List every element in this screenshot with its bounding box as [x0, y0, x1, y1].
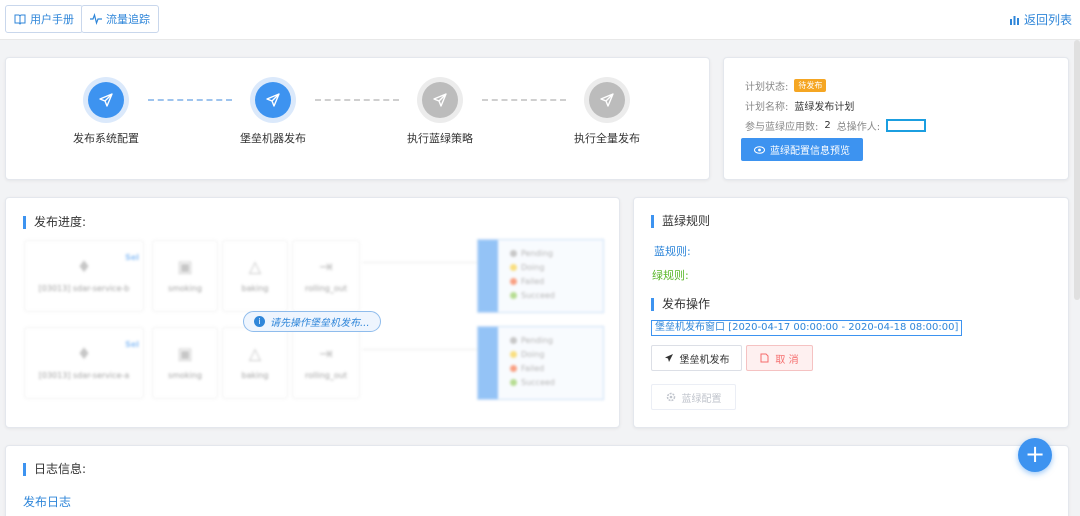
stage-name: baking	[241, 284, 269, 293]
cancel-label: 取 消	[775, 354, 799, 366]
export-icon: ⇥	[319, 257, 333, 276]
step-label: 发布系统配置	[73, 132, 139, 145]
warning-icon: △	[248, 344, 262, 363]
status-legend: Pending Doing Failed Succeed	[477, 326, 604, 400]
eye-icon	[754, 145, 765, 154]
operator-redacted-box	[886, 119, 927, 132]
legend-strip	[478, 327, 498, 399]
blue-rule-label: 蓝规则:	[654, 245, 691, 258]
send-icon	[664, 354, 673, 362]
log-title: 日志信息:	[23, 463, 86, 476]
green-rule-label: 绿规则:	[652, 269, 689, 282]
page-scrollbar[interactable]	[1074, 40, 1080, 300]
monitor-icon: ▣	[177, 344, 193, 363]
plan-operator-label: 总操作人:	[836, 122, 881, 133]
stage-name: rolling_out	[305, 371, 347, 380]
stage-name: rolling_out	[305, 284, 347, 293]
status-badge: 待发布	[794, 79, 827, 92]
fortress-publish-label: 堡垒机发布	[679, 354, 730, 366]
step-label: 执行蓝绿策略	[407, 132, 473, 145]
rules-card: 蓝绿规则 蓝规则: 绿规则: 发布操作 堡垒机发布窗口 [2020-04-17 …	[633, 197, 1069, 428]
plan-name-label: 计划名称:	[745, 102, 789, 113]
status-legend: Pending Doing Failed Succeed	[477, 239, 604, 313]
monitor-icon: ▣	[177, 257, 193, 276]
step-full-publish: 执行全量发布	[547, 82, 667, 146]
legend-pending: Pending	[510, 336, 553, 345]
connector-line	[362, 349, 478, 350]
service-card[interactable]: ♦ [03013] sdar-service-b Sel	[24, 240, 144, 312]
rules-title: 蓝绿规则	[651, 215, 710, 228]
connector-line	[362, 262, 478, 263]
add-button[interactable]: +	[1018, 438, 1052, 472]
legend-doing: Doing	[510, 350, 544, 359]
back-to-list-label: 返回列表	[1023, 13, 1072, 27]
publish-tip-text: 请先操作堡垒机发布...	[270, 318, 370, 329]
step-label: 堡垒机器发布	[240, 132, 306, 145]
traffic-trace-label: 流量追踪	[106, 13, 150, 26]
service-name: [03013] sdar-service-b	[38, 284, 130, 293]
bar-chart-icon	[1009, 16, 1019, 25]
stage-card-baking[interactable]: △ baking	[222, 327, 288, 399]
legend-pending: Pending	[510, 249, 553, 258]
plan-apps-row: 参与蓝绿应用数: 2 总操作人:	[745, 118, 927, 133]
top-bar: 用户手册 流量追踪 返回列表	[0, 0, 1080, 40]
service-tag: Sel	[125, 253, 139, 262]
step-bluegreen-strategy: 执行蓝绿策略	[380, 82, 500, 146]
service-name: [03013] sdar-service-a	[38, 371, 130, 380]
stage-name: baking	[241, 371, 269, 380]
plan-status-label: 计划状态:	[745, 82, 789, 93]
stage-card-smoking[interactable]: ▣ smoking	[152, 327, 218, 399]
paper-plane-icon	[589, 82, 625, 118]
pulse-icon	[90, 13, 102, 25]
warning-icon: △	[248, 257, 262, 276]
back-to-list-link[interactable]: 返回列表	[1009, 11, 1072, 28]
log-card: 日志信息: 发布日志	[5, 445, 1069, 516]
gear-icon	[666, 392, 675, 402]
step-label: 执行全量发布	[574, 132, 640, 145]
legend-failed: Failed	[510, 364, 544, 373]
plan-info-card: 计划状态: 待发布 计划名称: 蓝绿发布计划 参与蓝绿应用数: 2 总操作人: …	[723, 57, 1069, 180]
legend-succeed: Succeed	[510, 291, 555, 300]
paper-plane-icon	[255, 82, 291, 118]
user-manual-button[interactable]: 用户手册	[5, 5, 83, 33]
info-icon: i	[254, 316, 265, 327]
export-icon: ⇥	[319, 344, 333, 363]
publish-log-link[interactable]: 发布日志	[23, 493, 71, 510]
stage-card-rolling-out[interactable]: ⇥ rolling_out	[292, 240, 360, 312]
fortress-window: 堡垒机发布窗口 [2020-04-17 00:00:00 - 2020-04-1…	[651, 320, 963, 336]
cancel-button[interactable]: 取 消	[746, 345, 813, 371]
legend-failed: Failed	[510, 277, 544, 286]
paper-plane-icon	[88, 82, 124, 118]
bluegreen-preview-button[interactable]: 蓝绿配置信息预览	[741, 138, 863, 161]
bluegreen-config-button[interactable]: 蓝绿配置	[651, 384, 736, 410]
legend-succeed: Succeed	[510, 378, 555, 387]
legend-doing: Doing	[510, 263, 544, 272]
plan-name-row: 计划名称: 蓝绿发布计划	[745, 98, 854, 113]
service-tag: Sel	[125, 340, 139, 349]
plan-name-value: 蓝绿发布计划	[794, 102, 855, 113]
step-fortress-publish: 堡垒机器发布	[213, 82, 333, 146]
stage-card-smoking[interactable]: ▣ smoking	[152, 240, 218, 312]
book-icon	[14, 14, 26, 25]
stage-card-baking[interactable]: △ baking	[222, 240, 288, 312]
user-manual-label: 用户手册	[30, 13, 74, 26]
fortress-publish-button[interactable]: 堡垒机发布	[651, 345, 742, 371]
legend-strip	[478, 240, 498, 312]
publish-tip: i 请先操作堡垒机发布...	[243, 311, 381, 332]
step-publish-config: 发布系统配置	[46, 82, 166, 146]
service-card[interactable]: ♦ [03013] sdar-service-a Sel	[24, 327, 144, 399]
bluegreen-config-label: 蓝绿配置	[681, 393, 722, 405]
traffic-trace-button[interactable]: 流量追踪	[81, 5, 159, 33]
preview-button-label: 蓝绿配置信息预览	[770, 146, 850, 157]
stage-name: smoking	[168, 284, 202, 293]
stage-name: smoking	[168, 371, 202, 380]
plan-status-row: 计划状态: 待发布	[745, 78, 827, 93]
ops-title: 发布操作	[651, 298, 710, 311]
plan-apps-label: 参与蓝绿应用数:	[745, 122, 819, 133]
document-icon	[760, 353, 769, 363]
stage-card-rolling-out[interactable]: ⇥ rolling_out	[292, 327, 360, 399]
paper-plane-icon	[422, 82, 458, 118]
plus-icon: +	[1024, 440, 1046, 468]
plan-apps-value: 2	[824, 120, 831, 131]
